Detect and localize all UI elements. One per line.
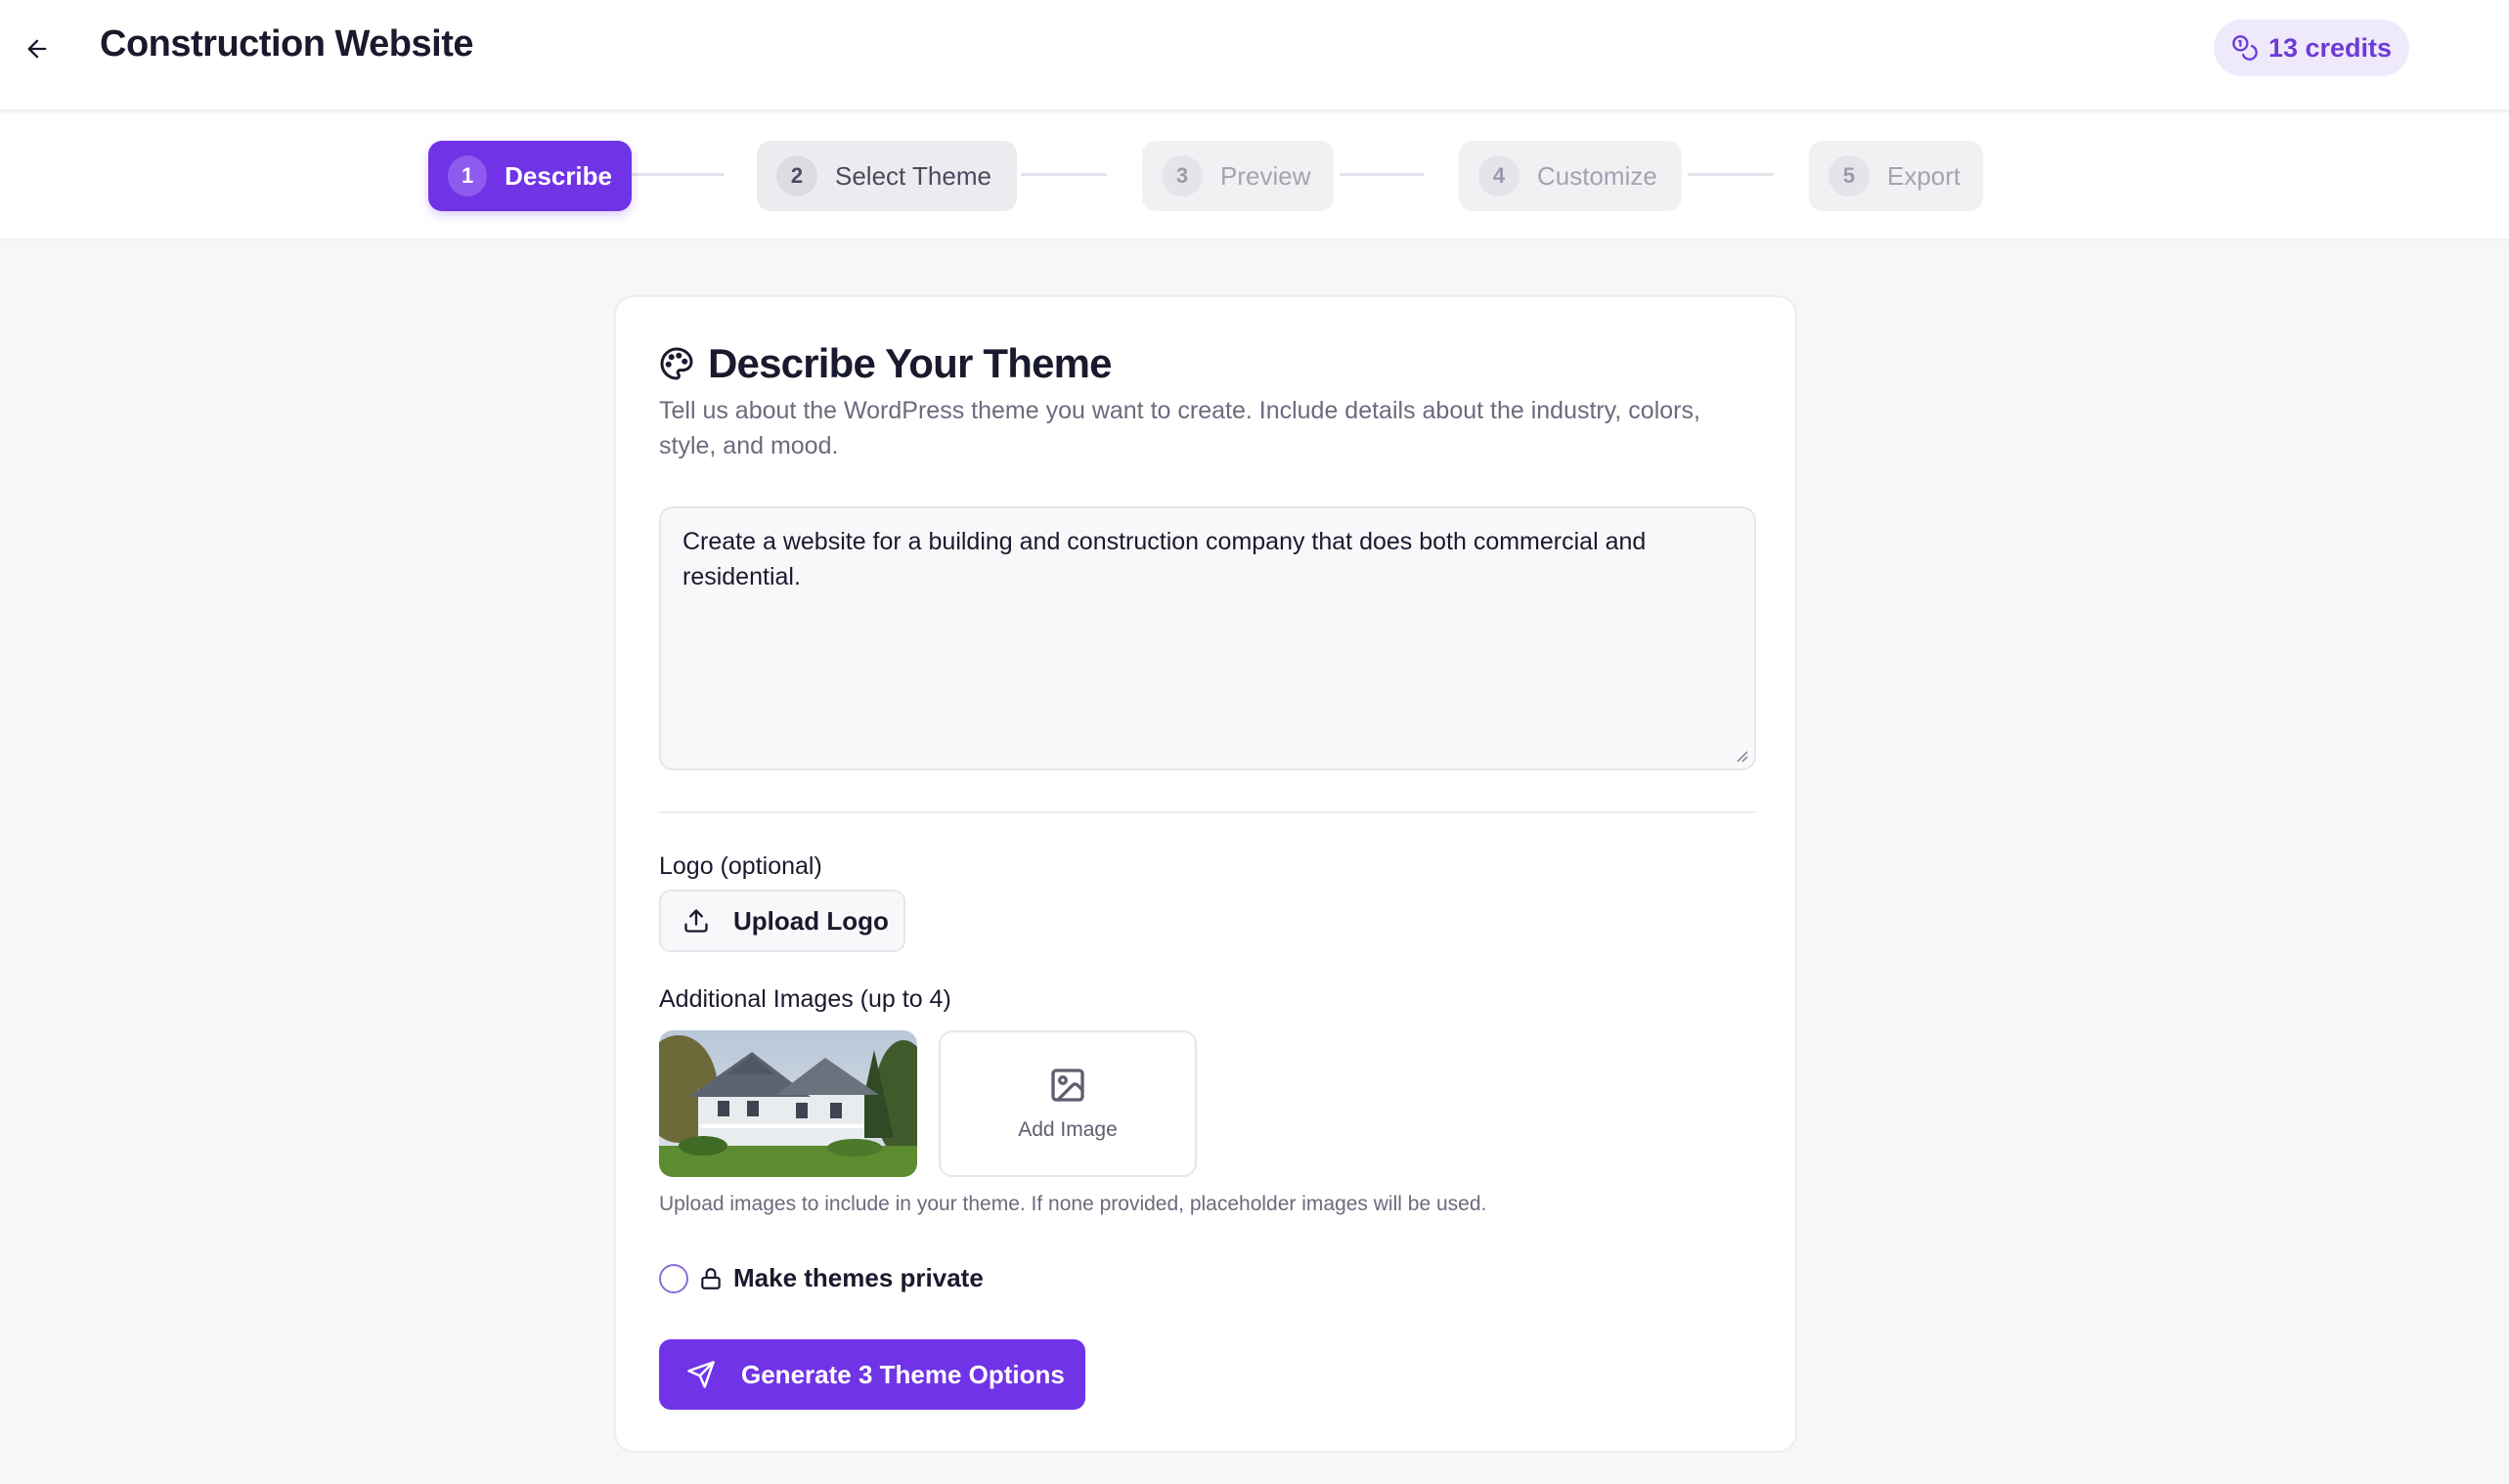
theme-description-value: Create a website for a building and cons… <box>682 528 1647 590</box>
make-private-label: Make themes private <box>733 1263 984 1292</box>
step-label: Preview <box>1220 160 1311 191</box>
uploaded-image-thumbnail[interactable] <box>659 1030 917 1177</box>
upload-logo-label: Upload Logo <box>733 905 889 936</box>
arrow-left-icon <box>27 39 47 59</box>
credits-badge[interactable]: 13 credits <box>2214 20 2409 76</box>
upload-icon <box>684 909 708 933</box>
step-number: 1 <box>448 155 488 196</box>
step-connector <box>1340 173 1424 176</box>
step-number: 5 <box>1828 155 1870 196</box>
card-header: Describe Your Theme <box>659 340 1113 387</box>
private-option: Make themes private <box>659 1263 984 1293</box>
step-preview[interactable]: 3 Preview <box>1142 141 1334 211</box>
step-number: 3 <box>1162 155 1203 196</box>
make-private-radio[interactable] <box>659 1263 688 1293</box>
step-describe[interactable]: 1 Describe <box>428 141 632 211</box>
add-image-label: Add Image <box>1018 1118 1118 1141</box>
back-button[interactable] <box>18 29 57 68</box>
generate-label: Generate 3 Theme Options <box>741 1359 1065 1389</box>
step-export[interactable]: 5 Export <box>1809 141 1983 211</box>
step-connector <box>1688 173 1774 176</box>
resize-handle-icon[interactable] <box>1733 747 1748 763</box>
add-image-button[interactable]: Add Image <box>939 1030 1197 1177</box>
palette-icon <box>660 347 693 380</box>
top-bar: Construction Website 13 credits <box>0 0 2509 111</box>
page-title: Construction Website <box>100 23 474 65</box>
step-connector <box>632 173 724 176</box>
step-number: 4 <box>1478 155 1519 196</box>
step-number: 2 <box>776 155 817 196</box>
step-label: Describe <box>505 160 612 191</box>
step-label: Export <box>1887 160 1961 191</box>
step-connector <box>1021 173 1107 176</box>
coins-icon <box>2232 35 2258 61</box>
images-hint: Upload images to include in your theme. … <box>659 1193 1487 1215</box>
card-description: Tell us about the WordPress theme you wa… <box>659 397 1700 459</box>
describe-theme-card: Describe Your Theme Tell us about the Wo… <box>614 295 1797 1453</box>
logo-label: Logo (optional) <box>659 852 822 880</box>
lock-icon <box>701 1267 721 1289</box>
section-divider <box>659 811 1756 813</box>
step-label: Customize <box>1537 160 1657 191</box>
step-customize[interactable]: 4 Customize <box>1459 141 1682 211</box>
theme-description-input[interactable]: Create a website for a building and cons… <box>659 506 1756 770</box>
step-select-theme[interactable]: 2 Select Theme <box>757 141 1017 211</box>
image-icon <box>1051 1069 1084 1102</box>
send-icon <box>687 1361 715 1388</box>
upload-logo-button[interactable]: Upload Logo <box>659 890 905 952</box>
generate-themes-button[interactable]: Generate 3 Theme Options <box>659 1339 1085 1410</box>
step-label: Select Theme <box>835 160 991 191</box>
credits-label: 13 credits <box>2267 32 2393 63</box>
card-title: Describe Your Theme <box>708 340 1113 386</box>
house-photo <box>659 1030 917 1177</box>
additional-images-label: Additional Images (up to 4) <box>659 985 951 1013</box>
